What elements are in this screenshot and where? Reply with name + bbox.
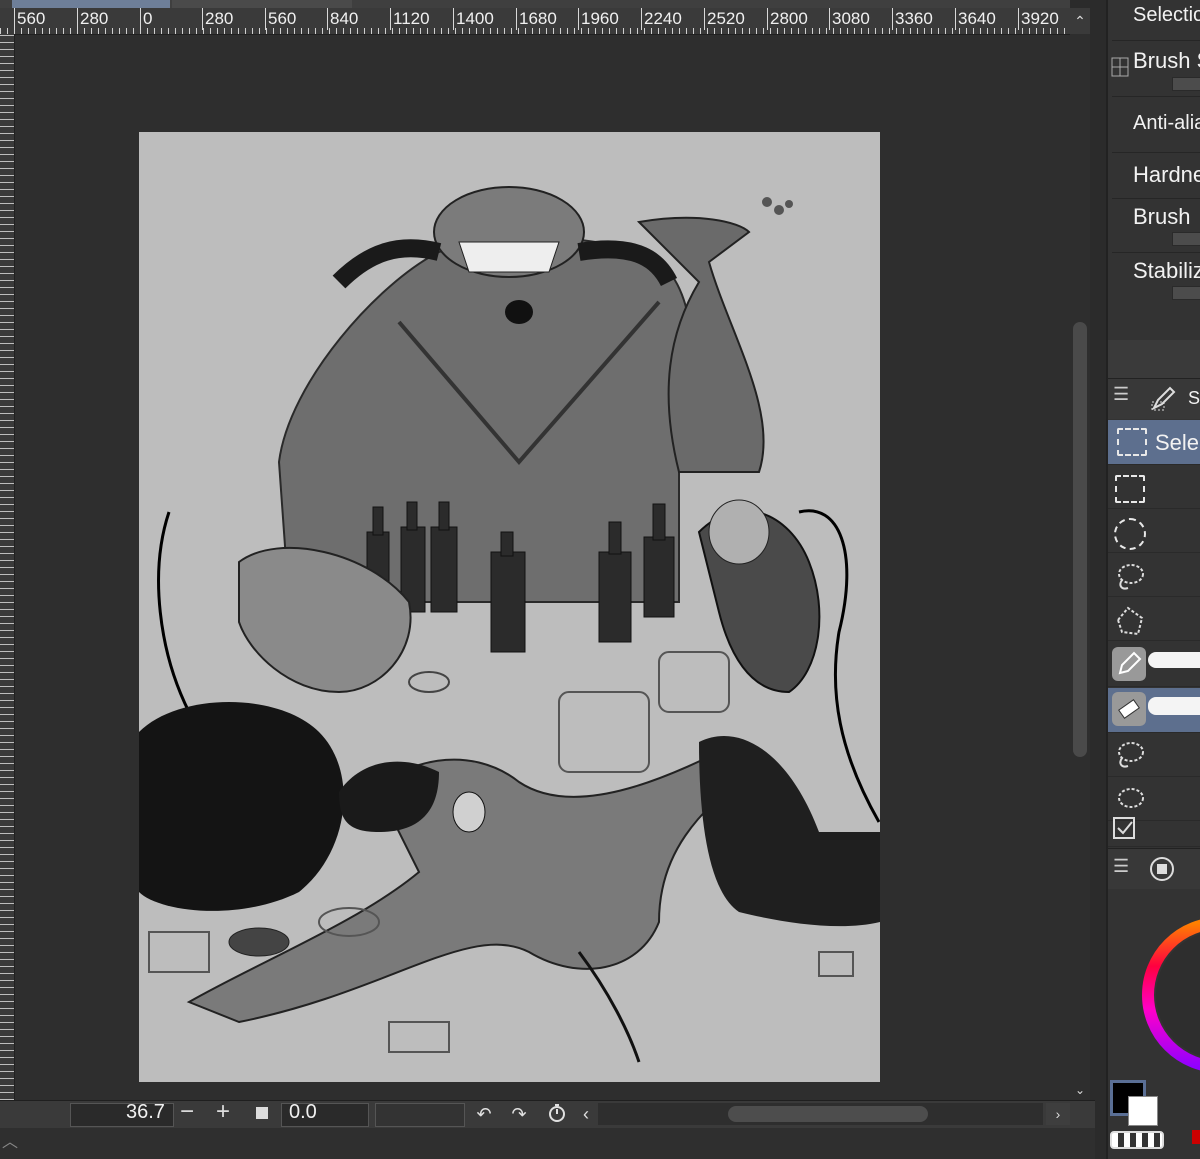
lasso-icon (1112, 560, 1146, 599)
brush-density-slider[interactable] (1172, 232, 1200, 246)
rotate-right-icon[interactable]: ↷ (507, 1103, 531, 1125)
selection-pen-icon[interactable] (1150, 384, 1178, 412)
scroll-right-icon[interactable]: › (1046, 1103, 1070, 1125)
ruler-label: 3080 (829, 8, 870, 30)
checkbox-icon[interactable] (1112, 816, 1138, 847)
brush-size-slider[interactable] (1172, 77, 1200, 91)
ruler-label: 3640 (955, 8, 996, 30)
ruler-label: 560 (14, 8, 45, 30)
brush-density-label: Brush (1133, 204, 1191, 229)
ruler-label: 280 (77, 8, 108, 30)
ruler-label: 1120 (390, 8, 430, 30)
ruler-label: 1680 (516, 8, 557, 30)
status-bar (0, 1128, 1095, 1159)
vertical-scrollbar-thumb[interactable] (1073, 322, 1087, 757)
drawing-canvas[interactable] (139, 132, 881, 1082)
menu-icon[interactable]: ☰ (1113, 384, 1129, 405)
canvas-tab[interactable] (172, 0, 352, 8)
stabilization-slider[interactable] (1172, 286, 1200, 300)
ruler-label: 280 (202, 8, 233, 30)
ruler-label: 2800 (767, 8, 808, 30)
rotation-slider[interactable] (375, 1103, 465, 1127)
color-wheel[interactable] (1140, 900, 1200, 1090)
rectangle-selection-icon (1117, 428, 1147, 456)
panel-divider (1108, 340, 1200, 378)
ruler-label: 2240 (641, 8, 682, 30)
ruler-label: 840 (327, 8, 358, 30)
brush-size-label: Brush S (1133, 48, 1200, 73)
canvas-tab-active[interactable] (12, 0, 170, 8)
stabilization-label: Stabiliz (1133, 258, 1200, 283)
hardness-label: Hardne (1133, 162, 1200, 187)
scroll-down-icon[interactable]: ⌄ (1070, 1080, 1090, 1100)
transparent-color-swatch[interactable] (1110, 1131, 1164, 1149)
expand-icon[interactable]: ︿ (2, 1128, 18, 1152)
grid-icon (1111, 57, 1129, 77)
ruler-label: 2520 (704, 8, 745, 30)
tool-property-title: Selection (1133, 4, 1200, 26)
zoom-in-button[interactable]: + (216, 1098, 230, 1126)
rectangle-selection-icon (1115, 475, 1145, 503)
ellipse-selection-icon (1114, 518, 1146, 550)
scroll-up-icon[interactable]: ⌃ (1070, 8, 1090, 34)
selection-eraser-icon (1112, 692, 1146, 726)
scroll-left-icon[interactable]: ‹ (574, 1103, 598, 1125)
ruler-label: 560 (265, 8, 296, 30)
shrink-selection-icon (1112, 738, 1146, 777)
horizontal-scrollbar-thumb[interactable] (728, 1106, 928, 1122)
sub-color-swatch[interactable] (1128, 1096, 1158, 1126)
menu-icon[interactable]: ☰ (1113, 856, 1129, 877)
stroke-preview (1148, 697, 1200, 715)
sketch-artwork (139, 186, 881, 1063)
color-wheel-tab-icon[interactable] (1148, 855, 1176, 888)
ruler-label: 1400 (453, 8, 494, 30)
vertical-ruler (0, 34, 15, 1100)
ruler-label: 3360 (892, 8, 933, 30)
selection-pen-icon (1112, 647, 1146, 681)
horizontal-ruler: 560 280 0 280 560 840 1120 1400 1680 196… (0, 0, 1070, 35)
stroke-preview (1148, 652, 1200, 668)
zoom-value[interactable]: 36.7 (126, 1101, 165, 1124)
subtool-active-label: Sele (1155, 430, 1200, 455)
color-indicator (1192, 1130, 1200, 1144)
anti-alias-label: Anti-alias (1133, 112, 1200, 134)
rotation-value[interactable]: 0.0 (289, 1101, 317, 1124)
ruler-label: 0 (140, 8, 152, 30)
subtool-header-label: Se (1188, 388, 1200, 408)
ruler-label: 3920 (1018, 8, 1059, 30)
fit-to-screen-icon[interactable] (256, 1107, 268, 1119)
zoom-out-button[interactable]: − (180, 1098, 194, 1126)
polyline-selection-icon (1112, 604, 1146, 643)
reset-rotation-icon[interactable] (545, 1103, 569, 1125)
ruler-label: 1960 (578, 8, 619, 30)
rotate-left-icon[interactable]: ↶ (472, 1103, 496, 1125)
